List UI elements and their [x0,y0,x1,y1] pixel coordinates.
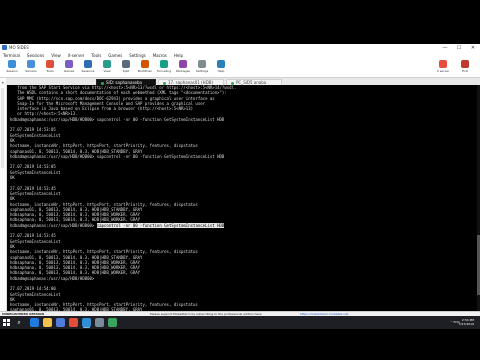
app-icon [2,45,7,50]
tunneling-icon [160,60,168,68]
toolbar-label: Tools [46,69,54,73]
toolbar-view-button[interactable]: View [98,60,116,77]
split-icon [122,60,130,68]
view-icon [103,60,111,68]
xserver-icon [439,60,447,68]
clock-date: 7/27/2019 [458,322,474,326]
toolbar-label: Session [6,69,18,73]
terminal-prompt: hdbadm@saphanas:/usr/sap/HDB/HDB00> [10,222,97,228]
settings-icon [198,60,206,68]
windows-taskbar: ⌕ ^ ENG 2:54 PM 7/27/2019 [0,316,480,329]
toolbar-label: Exit [462,69,468,73]
servers-icon [27,60,35,68]
menu-macros[interactable]: Macros [150,52,171,59]
putty-icon[interactable] [95,318,104,327]
store-icon[interactable] [56,318,65,327]
chrome-icon[interactable] [69,318,78,327]
toolbar-label: Settings [195,69,209,73]
help-icon [217,60,225,68]
menu-view[interactable]: View [48,52,65,59]
app-icon[interactable] [108,318,117,327]
menu-sessions[interactable]: Sessions [24,52,48,59]
search-icon[interactable]: ⌕ [14,318,24,327]
toolbar-label: Help [217,69,225,73]
toolbar-label: Games [63,69,75,73]
menu-settings[interactable]: Settings [126,52,149,59]
window-title: MO SIDES [9,45,29,50]
folder-icon[interactable] [43,318,52,327]
toolbar-sessions-button[interactable]: Sessions [79,60,97,77]
toolbar-label: Sessions [81,69,95,73]
menu-tools[interactable]: Tools [88,52,105,59]
multiexec-icon [141,60,149,68]
terminal-output[interactable]: from the SAP Start Service via http://<h… [7,85,480,311]
maximize-button[interactable]: ☐ [452,44,466,52]
sessions-icon [84,60,92,68]
menu-help[interactable]: Help [171,52,187,59]
session-icon [8,60,16,68]
packages-icon [179,60,187,68]
toolbar-label: Packages [176,69,190,73]
session-tabs: SID: saphanaseba 17. saphanas01 (HDB) PC… [6,78,480,85]
toolbar-servers-button[interactable]: Servers [22,60,40,77]
minimize-button[interactable]: — [438,44,452,52]
toolbar-label: X server [436,69,450,73]
close-button[interactable]: ✕ [466,44,480,52]
menu-games[interactable]: Games [105,52,126,59]
tools-icon [46,60,54,68]
windows-start-button[interactable] [0,316,13,329]
toolbar: Session Servers Tools Games Sessions View Spli… [0,59,480,78]
toolbar-label: View [103,69,111,73]
mobaxterm-icon[interactable] [82,318,91,327]
toolbar-help-button[interactable]: Help [212,60,230,77]
selected-command-text[interactable]: sapcontrol -nr 00 -function GetSystemIns… [96,222,225,228]
toolbar-games-button[interactable]: Games [60,60,78,77]
toolbar-exit-button[interactable]: Exit [456,60,474,77]
toolbar-x-server-button[interactable]: X server [434,60,452,77]
toolbar-packages-button[interactable]: Packages [174,60,192,77]
toolbar-label: Tunneling [156,69,172,73]
edge-icon[interactable] [30,318,39,327]
toolbar-split-button[interactable]: Split [117,60,135,77]
toolbar-session-button[interactable]: Session [3,60,21,77]
exit-icon [461,60,469,68]
toolbar-tools-button[interactable]: Tools [41,60,59,77]
clock[interactable]: 2:54 PM 7/27/2019 [459,318,474,326]
toolbar-multiexec-button[interactable]: MultiExec [136,60,154,77]
menu-terminal[interactable]: Terminal [0,52,24,59]
toolbar-label: MultiExec [137,69,153,73]
toolbar-label: Split [122,69,130,73]
side-bar-strip [1,88,4,168]
toolbar-tunneling-button[interactable]: Tunneling [155,60,173,77]
toolbar-settings-button[interactable]: Settings [193,60,211,77]
toolbar-label: Servers [25,69,37,73]
games-icon [65,60,73,68]
menu-x-server[interactable]: X-server [65,52,89,59]
menu-bar: Terminal Sessions View X-server Tools Ga… [0,52,480,59]
side-panel: ★ [0,78,7,316]
star-icon[interactable]: ★ [1,81,5,85]
app-window: MO SIDES — ☐ ✕ Terminal Sessions View X-… [0,44,480,317]
